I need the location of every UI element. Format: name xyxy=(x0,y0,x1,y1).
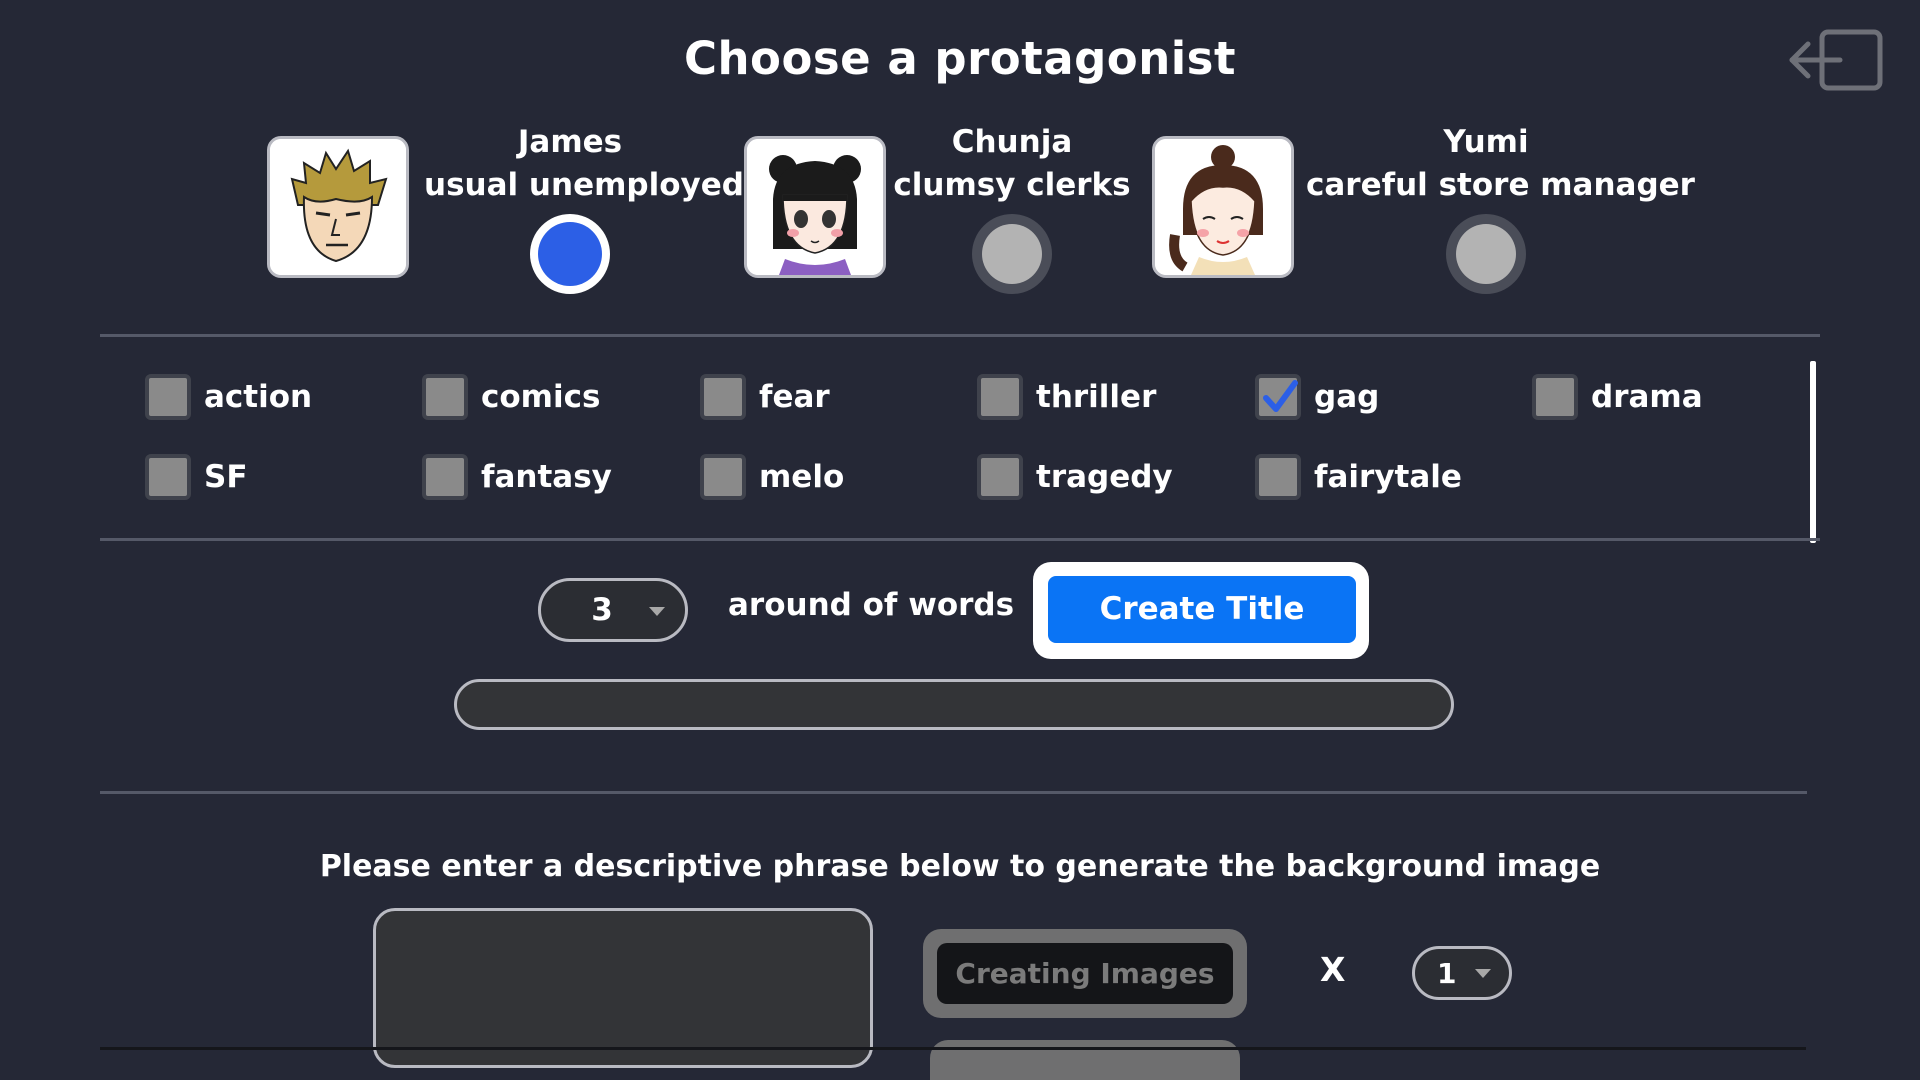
protagonist-name: Yumi xyxy=(1443,124,1529,160)
image-count-value: 1 xyxy=(1437,956,1457,990)
title-output-field[interactable] xyxy=(454,679,1454,730)
protagonist-role: usual unemployed xyxy=(424,167,744,203)
chunja-avatar[interactable] xyxy=(744,136,886,278)
checkbox[interactable] xyxy=(1255,454,1301,500)
divider xyxy=(100,1047,1806,1050)
divider xyxy=(100,791,1807,794)
image-count-dropdown[interactable]: 1 xyxy=(1412,946,1512,1000)
checkbox-checked[interactable] xyxy=(1255,374,1301,420)
checkbox[interactable] xyxy=(422,374,468,420)
genre-scrollbar[interactable] xyxy=(1810,361,1816,543)
checkmark-icon xyxy=(1263,380,1298,412)
chunja-radio[interactable] xyxy=(972,214,1052,294)
james-avatar[interactable] xyxy=(267,136,409,278)
checkbox[interactable] xyxy=(977,454,1023,500)
james-radio[interactable] xyxy=(530,214,610,294)
protagonist-setup-screen: Choose a protagonist James usual unemplo… xyxy=(0,0,1920,1080)
times-label: X xyxy=(1320,950,1346,989)
genre-drama[interactable]: drama xyxy=(1532,373,1703,421)
genre-fear[interactable]: fear xyxy=(700,373,830,421)
genre-label: melo xyxy=(759,459,845,495)
exit-arrow-icon xyxy=(1789,29,1883,91)
word-count-dropdown[interactable]: 3 xyxy=(538,578,688,642)
genre-action[interactable]: action xyxy=(145,373,312,421)
protagonist-james-info: James usual unemployed xyxy=(424,121,744,207)
chevron-down-icon xyxy=(1475,969,1491,978)
checkbox[interactable] xyxy=(977,374,1023,420)
genre-label: fantasy xyxy=(481,459,612,495)
genre-label: tragedy xyxy=(1036,459,1173,495)
chevron-down-icon xyxy=(649,607,665,616)
james-portrait-icon xyxy=(270,139,406,275)
creating-images-button[interactable]: Creating Images xyxy=(937,943,1233,1004)
protagonist-role: clumsy clerks xyxy=(893,167,1131,203)
checkbox[interactable] xyxy=(145,374,191,420)
checkbox[interactable] xyxy=(700,374,746,420)
genre-label: fairytale xyxy=(1314,459,1462,495)
protagonist-chunja-info: Chunja clumsy clerks xyxy=(892,121,1132,207)
yumi-portrait-icon xyxy=(1155,139,1291,275)
genre-label: action xyxy=(204,379,313,415)
protagonist-name: James xyxy=(517,124,623,160)
checkbox[interactable] xyxy=(422,454,468,500)
exit-button[interactable] xyxy=(1788,28,1884,94)
secondary-button-partial[interactable] xyxy=(930,1040,1240,1080)
genre-melo[interactable]: melo xyxy=(700,453,844,501)
protagonist-yumi-info: Yumi careful store manager xyxy=(1306,121,1695,207)
checkbox[interactable] xyxy=(700,454,746,500)
protagonist-name: Chunja xyxy=(951,124,1073,160)
yumi-radio[interactable] xyxy=(1446,214,1526,294)
word-count-value: 3 xyxy=(591,592,613,628)
create-title-button[interactable]: Create Title xyxy=(1048,576,1356,643)
genre-label: fear xyxy=(759,379,830,415)
background-prompt-text: Please enter a descriptive phrase below … xyxy=(319,849,1601,884)
genre-sf[interactable]: SF xyxy=(145,453,248,501)
genre-label: SF xyxy=(204,459,248,495)
divider xyxy=(100,334,1820,337)
genre-comics[interactable]: comics xyxy=(422,373,600,421)
background-phrase-input[interactable] xyxy=(373,908,873,1068)
word-count-label: around of words xyxy=(728,587,1015,623)
checkbox[interactable] xyxy=(1532,374,1578,420)
genre-gag[interactable]: gag xyxy=(1255,373,1379,421)
page-title: Choose a protagonist xyxy=(684,32,1236,85)
create-title-button-frame: Create Title xyxy=(1033,562,1369,659)
chunja-portrait-icon xyxy=(747,139,883,275)
genre-tragedy[interactable]: tragedy xyxy=(977,453,1173,501)
creating-images-button-frame: Creating Images xyxy=(923,929,1247,1018)
genre-label: thriller xyxy=(1036,379,1157,415)
yumi-avatar[interactable] xyxy=(1152,136,1294,278)
genre-label: gag xyxy=(1314,379,1380,415)
genre-label: comics xyxy=(481,379,601,415)
checkbox[interactable] xyxy=(145,454,191,500)
genre-thriller[interactable]: thriller xyxy=(977,373,1156,421)
divider xyxy=(100,538,1820,541)
genre-fairytale[interactable]: fairytale xyxy=(1255,453,1462,501)
genre-fantasy[interactable]: fantasy xyxy=(422,453,612,501)
protagonist-role: careful store manager xyxy=(1306,167,1695,203)
genre-label: drama xyxy=(1591,379,1703,415)
